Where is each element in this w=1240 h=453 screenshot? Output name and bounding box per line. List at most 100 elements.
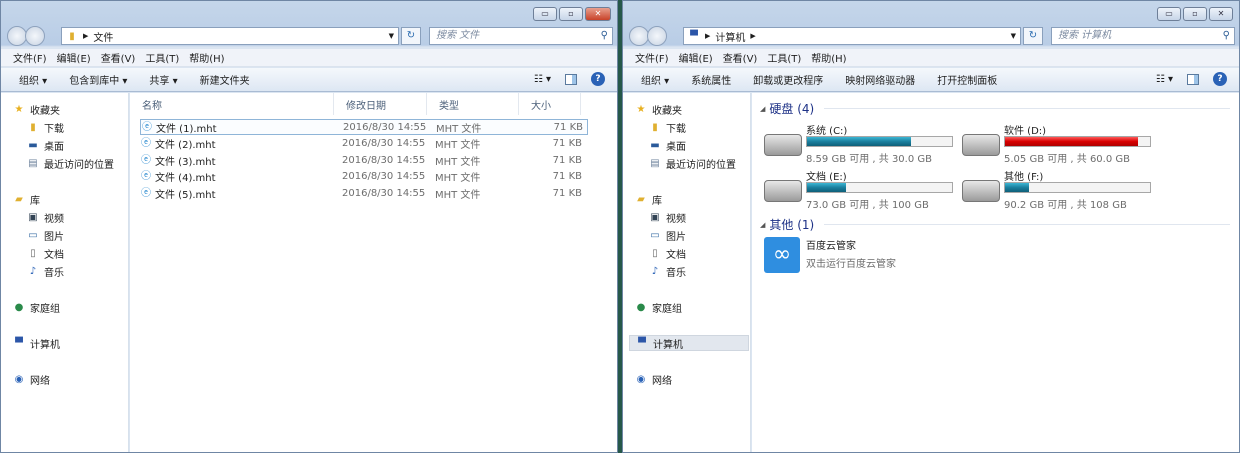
toolbar-button[interactable]: 卸载或更改程序 — [753, 72, 823, 87]
minimize-button[interactable]: ▭ — [1157, 7, 1181, 21]
sidebar-item-homegroup[interactable]: ● 家庭组 — [635, 299, 682, 315]
sidebar-item-homegroup[interactable]: ● 家庭组 — [13, 299, 60, 315]
drive-item[interactable]: 文档 (E:) 73.0 GB 可用 , 共 100 GB — [764, 168, 959, 211]
chevron-down-icon[interactable]: ▼ — [389, 32, 394, 40]
sidebar-item-libraries[interactable]: ▰ 库 — [13, 191, 40, 207]
toolbar-button[interactable]: 新建文件夹 — [200, 72, 250, 87]
toolbar-button[interactable]: 组织 ▾ — [641, 72, 669, 87]
maximize-button[interactable]: ▫ — [559, 7, 583, 21]
help-icon[interactable]: ? — [591, 72, 605, 86]
drive-item[interactable]: 其他 (F:) 90.2 GB 可用 , 共 108 GB — [962, 168, 1157, 211]
breadcrumb-current[interactable]: 计算机 — [715, 29, 745, 44]
window-controls: ▭ ▫ ✕ — [533, 7, 611, 21]
sidebar-item-videos[interactable]: ▣ 视频 — [27, 209, 64, 225]
menu-item[interactable]: 文件(F) — [13, 50, 47, 65]
close-button[interactable]: ✕ — [585, 7, 611, 21]
sidebar-item-music[interactable]: ♪ 音乐 — [649, 263, 686, 279]
search-placeholder: 搜索 计算机 — [1058, 30, 1112, 41]
chevron-down-icon[interactable]: ▼ — [1011, 32, 1016, 40]
menu-item[interactable]: 帮助(H) — [811, 50, 846, 65]
sidebar-item-downloads[interactable]: ▮ 下载 — [27, 119, 64, 135]
file-row[interactable]: ⓔ 文件 (1).mht 2016/8/30 14:55 MHT 文件 71 K… — [140, 119, 588, 135]
maximize-button[interactable]: ▫ — [1183, 7, 1207, 21]
group-header-drives[interactable]: ◢ 硬盘 (4) — [760, 100, 1230, 117]
toolbar-button[interactable]: 打开控制面板 — [937, 72, 997, 87]
group-header-other[interactable]: ◢ 其他 (1) — [760, 216, 1230, 233]
back-button[interactable] — [629, 26, 649, 46]
search-icon[interactable]: ⚲ — [1223, 28, 1230, 44]
menu-item[interactable]: 编辑(E) — [679, 50, 713, 65]
breadcrumb-current[interactable]: 文件 — [93, 29, 113, 44]
ie-document-icon: ⓔ — [141, 187, 151, 199]
sidebar-item-network[interactable]: ◉ 网络 — [13, 371, 50, 387]
refresh-button[interactable]: ↻ — [1023, 27, 1043, 45]
toolbar-button[interactable]: 包含到库中 ▾ — [69, 72, 127, 87]
sidebar-item-network[interactable]: ◉ 网络 — [635, 371, 672, 387]
sidebar-item-videos[interactable]: ▣ 视频 — [649, 209, 686, 225]
toolbar-button[interactable]: 系统属性 — [691, 72, 731, 87]
minimize-button[interactable]: ▭ — [533, 7, 557, 21]
column-header-date[interactable]: 修改日期 — [334, 93, 427, 115]
sidebar-item-desktop[interactable]: ▬ 桌面 — [649, 137, 686, 153]
sidebar-item-recent[interactable]: ▤ 最近访问的位置 — [27, 155, 114, 171]
address-bar[interactable]: ▮ ▶ 文件 ▼ — [61, 27, 399, 45]
sidebar-item-computer[interactable]: ▀ 计算机 — [629, 335, 749, 351]
file-size: 71 KB — [552, 171, 582, 182]
file-row[interactable]: ⓔ 文件 (2).mht 2016/8/30 14:55 MHT 文件 71 K… — [140, 136, 588, 152]
sidebar-item-pictures[interactable]: ▭ 图片 — [27, 227, 64, 243]
menu-item[interactable]: 帮助(H) — [189, 50, 224, 65]
drive-item[interactable]: 系统 (C:) 8.59 GB 可用 , 共 30.0 GB — [764, 122, 959, 165]
sidebar-item-label: 音乐 — [666, 267, 686, 279]
sidebar-item-label: 收藏夹 — [652, 105, 682, 117]
menu-item[interactable]: 编辑(E) — [57, 50, 91, 65]
sidebar-item-libraries[interactable]: ▰ 库 — [635, 191, 662, 207]
sidebar-item-recent[interactable]: ▤ 最近访问的位置 — [649, 155, 736, 171]
forward-button[interactable] — [25, 26, 45, 46]
search-input[interactable]: 搜索 文件 ⚲ — [429, 27, 613, 45]
search-icon[interactable]: ⚲ — [601, 28, 608, 44]
menu-item[interactable]: 查看(V) — [101, 50, 136, 65]
preview-pane-icon[interactable] — [1187, 73, 1199, 85]
sidebar-item-label: 视频 — [666, 213, 686, 225]
back-button[interactable] — [7, 26, 27, 46]
menu-item[interactable]: 工具(T) — [767, 50, 801, 65]
toolbar-button[interactable]: 映射网络驱动器 — [845, 72, 915, 87]
address-bar[interactable]: ▀ ▶ 计算机 ▶ ▼ — [683, 27, 1021, 45]
menu-item[interactable]: 查看(V) — [723, 50, 758, 65]
column-header-name[interactable]: 名称 — [130, 93, 334, 115]
close-button[interactable]: ✕ — [1209, 7, 1233, 21]
toolbar-button[interactable]: 组织 ▾ — [19, 72, 47, 87]
sidebar-item-documents[interactable]: ▯ 文档 — [27, 245, 64, 261]
app-item-baidu[interactable]: ∞ 百度云管家 双击运行百度云管家 — [764, 237, 896, 273]
sidebar-item-computer[interactable]: ▀ 计算机 — [13, 335, 60, 351]
menu-item[interactable]: 工具(T) — [145, 50, 179, 65]
preview-pane-icon[interactable] — [565, 73, 577, 85]
column-header-type[interactable]: 类型 — [427, 93, 519, 115]
sidebar-item-favorites[interactable]: ★ 收藏夹 — [13, 101, 60, 117]
toolbar-button[interactable]: 共享 ▾ — [149, 72, 177, 87]
search-input[interactable]: 搜索 计算机 ⚲ — [1051, 27, 1235, 45]
file-row[interactable]: ⓔ 文件 (4).mht 2016/8/30 14:55 MHT 文件 71 K… — [140, 169, 588, 185]
column-header-size[interactable]: 大小 — [519, 93, 581, 115]
breadcrumb-arrow-icon[interactable]: ▶ — [750, 32, 755, 40]
refresh-button[interactable]: ↻ — [401, 27, 421, 45]
help-icon[interactable]: ? — [1213, 72, 1227, 86]
file-row[interactable]: ⓔ 文件 (3).mht 2016/8/30 14:55 MHT 文件 71 K… — [140, 152, 588, 168]
music-icon: ♪ — [651, 265, 659, 277]
sidebar-item-music[interactable]: ♪ 音乐 — [27, 263, 64, 279]
sidebar-item-desktop[interactable]: ▬ 桌面 — [27, 137, 64, 153]
sidebar-item-favorites[interactable]: ★ 收藏夹 — [635, 101, 682, 117]
group-title: 硬盘 (4) — [769, 102, 815, 116]
file-row[interactable]: ⓔ 文件 (5).mht 2016/8/30 14:55 MHT 文件 71 K… — [140, 185, 588, 201]
view-options-icon[interactable]: ☷ ▾ — [1156, 74, 1173, 85]
sidebar-item-documents[interactable]: ▯ 文档 — [649, 245, 686, 261]
folder-icon: ▮ — [69, 30, 75, 42]
drive-item[interactable]: 软件 (D:) 5.05 GB 可用 , 共 60.0 GB — [962, 122, 1157, 165]
view-options-icon[interactable]: ☷ ▾ — [534, 74, 551, 85]
forward-button[interactable] — [647, 26, 667, 46]
sidebar-item-downloads[interactable]: ▮ 下载 — [649, 119, 686, 135]
sidebar-item-pictures[interactable]: ▭ 图片 — [649, 227, 686, 243]
videos-icon: ▣ — [28, 211, 38, 223]
computer-icon: ▀ — [638, 337, 646, 349]
menu-item[interactable]: 文件(F) — [635, 50, 669, 65]
